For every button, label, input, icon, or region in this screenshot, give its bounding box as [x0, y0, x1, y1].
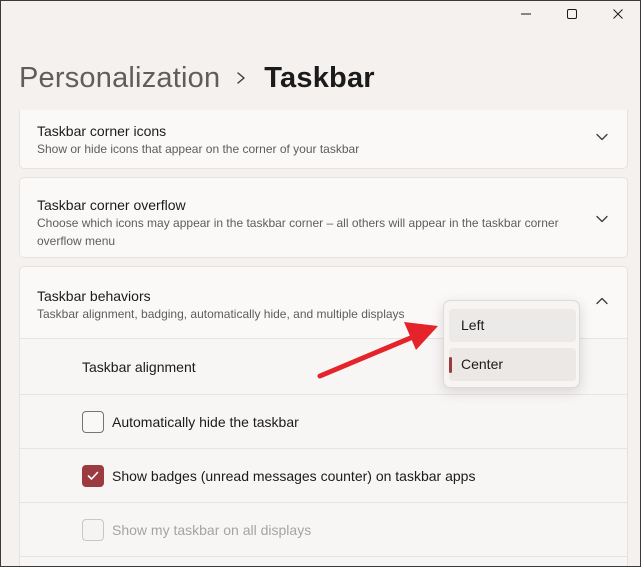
next-row-partial: [20, 556, 627, 567]
window-controls: [503, 0, 641, 28]
badges-label: Show badges (unread messages counter) on…: [112, 468, 476, 484]
chevron-right-icon: [236, 71, 246, 85]
alignment-option-center[interactable]: Center: [449, 348, 576, 381]
card-title: Taskbar corner icons: [37, 123, 167, 139]
option-label: Left: [461, 317, 485, 333]
breadcrumb: Personalization Taskbar: [19, 58, 375, 98]
close-button[interactable]: [595, 0, 641, 28]
breadcrumb-personalization[interactable]: Personalization: [19, 62, 220, 95]
minimize-icon: [521, 13, 531, 15]
auto-hide-option[interactable]: Automatically hide the taskbar: [82, 411, 299, 433]
chevron-up-icon[interactable]: [595, 294, 609, 308]
chevron-down-icon[interactable]: [595, 130, 609, 144]
minimize-button[interactable]: [503, 0, 549, 28]
auto-hide-label: Automatically hide the taskbar: [112, 414, 299, 430]
page-title: Taskbar: [264, 61, 375, 94]
checkmark-icon: [87, 471, 99, 480]
card-title: Taskbar behaviors: [37, 288, 151, 304]
badges-option[interactable]: Show badges (unread messages counter) on…: [82, 465, 475, 487]
alignment-option-left[interactable]: Left: [449, 309, 576, 342]
auto-hide-checkbox[interactable]: [82, 411, 104, 433]
badges-checkbox[interactable]: [82, 465, 104, 487]
alignment-dropdown-menu: Left Center: [443, 300, 580, 388]
auto-hide-row: Automatically hide the taskbar: [20, 394, 627, 448]
taskbar-corner-icons-card[interactable]: Taskbar corner icons Show or hide icons …: [19, 110, 628, 169]
taskbar-corner-overflow-card[interactable]: Taskbar corner overflow Choose which ico…: [19, 177, 628, 258]
taskbar-alignment-label: Taskbar alignment: [82, 359, 196, 375]
all-displays-row: Show my taskbar on all displays: [20, 502, 627, 556]
card-description: Taskbar alignment, badging, automaticall…: [37, 307, 405, 321]
card-description: Choose which icons may appear in the tas…: [37, 216, 559, 248]
all-displays-option[interactable]: Show my taskbar on all displays: [82, 519, 311, 541]
close-icon: [613, 9, 623, 19]
maximize-button[interactable]: [549, 0, 595, 28]
option-label: Center: [461, 356, 504, 372]
chevron-down-icon[interactable]: [595, 212, 609, 226]
maximize-icon: [567, 9, 577, 19]
badges-row: Show badges (unread messages counter) on…: [20, 448, 627, 502]
selected-indicator: [449, 357, 452, 373]
card-description: Show or hide icons that appear on the co…: [37, 142, 360, 156]
card-title: Taskbar corner overflow: [37, 197, 186, 213]
all-displays-checkbox[interactable]: [82, 519, 104, 541]
all-displays-label: Show my taskbar on all displays: [112, 522, 312, 538]
